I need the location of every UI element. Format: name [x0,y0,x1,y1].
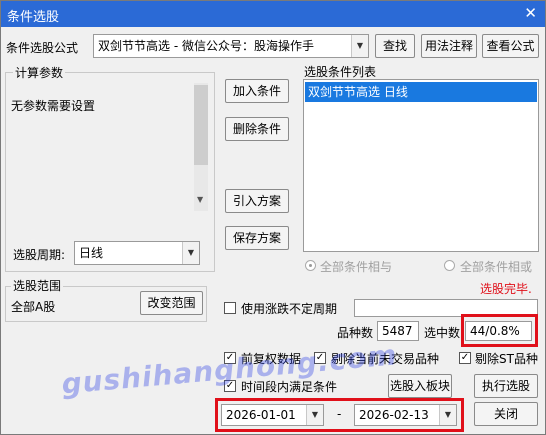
limit-period-checkbox[interactable] [224,302,236,314]
stock-screener-window: 条件选股 ✕ 条件选股公式 双剑节节高选 - 微信公众号：股海操作手 ▼ 查找 … [0,0,546,435]
limit-period-label: 使用涨跌不定周期 [241,302,338,316]
import-plan-button[interactable]: 引入方案 [225,189,289,213]
delete-condition-button[interactable]: 删除条件 [225,117,289,141]
execute-button[interactable]: 执行选股 [474,374,538,398]
and-radio[interactable] [305,260,316,271]
scroll-down-icon[interactable]: ▼ [197,195,203,204]
view-formula-button[interactable]: 查看公式 [482,34,539,58]
conditions-title: 选股条件列表 [304,65,377,79]
selected-highlight-box [461,314,538,347]
window-title: 条件选股 [7,10,60,25]
params-group-title: 计算参数 [13,64,66,81]
params-scrollbar[interactable]: ▼ [194,83,208,211]
to-block-button[interactable]: 选股入板块 [388,374,452,398]
formula-value: 双剑节节高选 - 微信公众号：股海操作手 [98,39,314,53]
period-value: 日线 [79,246,104,260]
formula-label: 条件选股公式 [6,41,79,55]
exclude-st-checkbox[interactable]: ✓ [459,352,471,364]
species-count: 5487 [377,321,419,341]
title-bar[interactable]: 条件选股 ✕ [1,1,545,27]
status-text: 选股完毕. [480,282,532,296]
close-button[interactable]: 关闭 [474,402,538,426]
find-button[interactable]: 查找 [375,34,415,58]
period-select[interactable]: 日线 ▼ [74,241,200,265]
or-label: 全部条件相或 [460,260,533,274]
save-plan-button[interactable]: 保存方案 [225,226,289,250]
scope-group-title: 选股范围 [11,277,64,294]
chevron-down-icon[interactable]: ▼ [351,35,368,57]
chevron-down-icon[interactable]: ▼ [182,242,199,264]
formula-select[interactable]: 双剑节节高选 - 微信公众号：股海操作手 ▼ [93,34,369,58]
or-radio[interactable] [444,260,455,271]
period-label: 选股周期: [13,248,66,262]
close-icon[interactable]: ✕ [524,4,537,22]
list-item[interactable]: 双剑节节高选 日线 [305,82,537,102]
exclude-st-label: 剔除ST品种 [475,352,538,366]
scope-value: 全部A股 [11,300,56,314]
add-condition-button[interactable]: 加入条件 [225,79,289,103]
params-text: 无参数需要设置 [11,99,96,113]
usage-button[interactable]: 用法注释 [421,34,477,58]
change-scope-button[interactable]: 改变范围 [140,291,203,315]
species-label: 品种数 [337,326,374,340]
selected-label: 选中数 [424,326,461,340]
conditions-list[interactable]: 双剑节节高选 日线 [303,79,539,252]
scrollbar-thumb[interactable] [194,85,208,165]
date-highlight-box [215,398,464,432]
and-label: 全部条件相与 [320,260,393,274]
